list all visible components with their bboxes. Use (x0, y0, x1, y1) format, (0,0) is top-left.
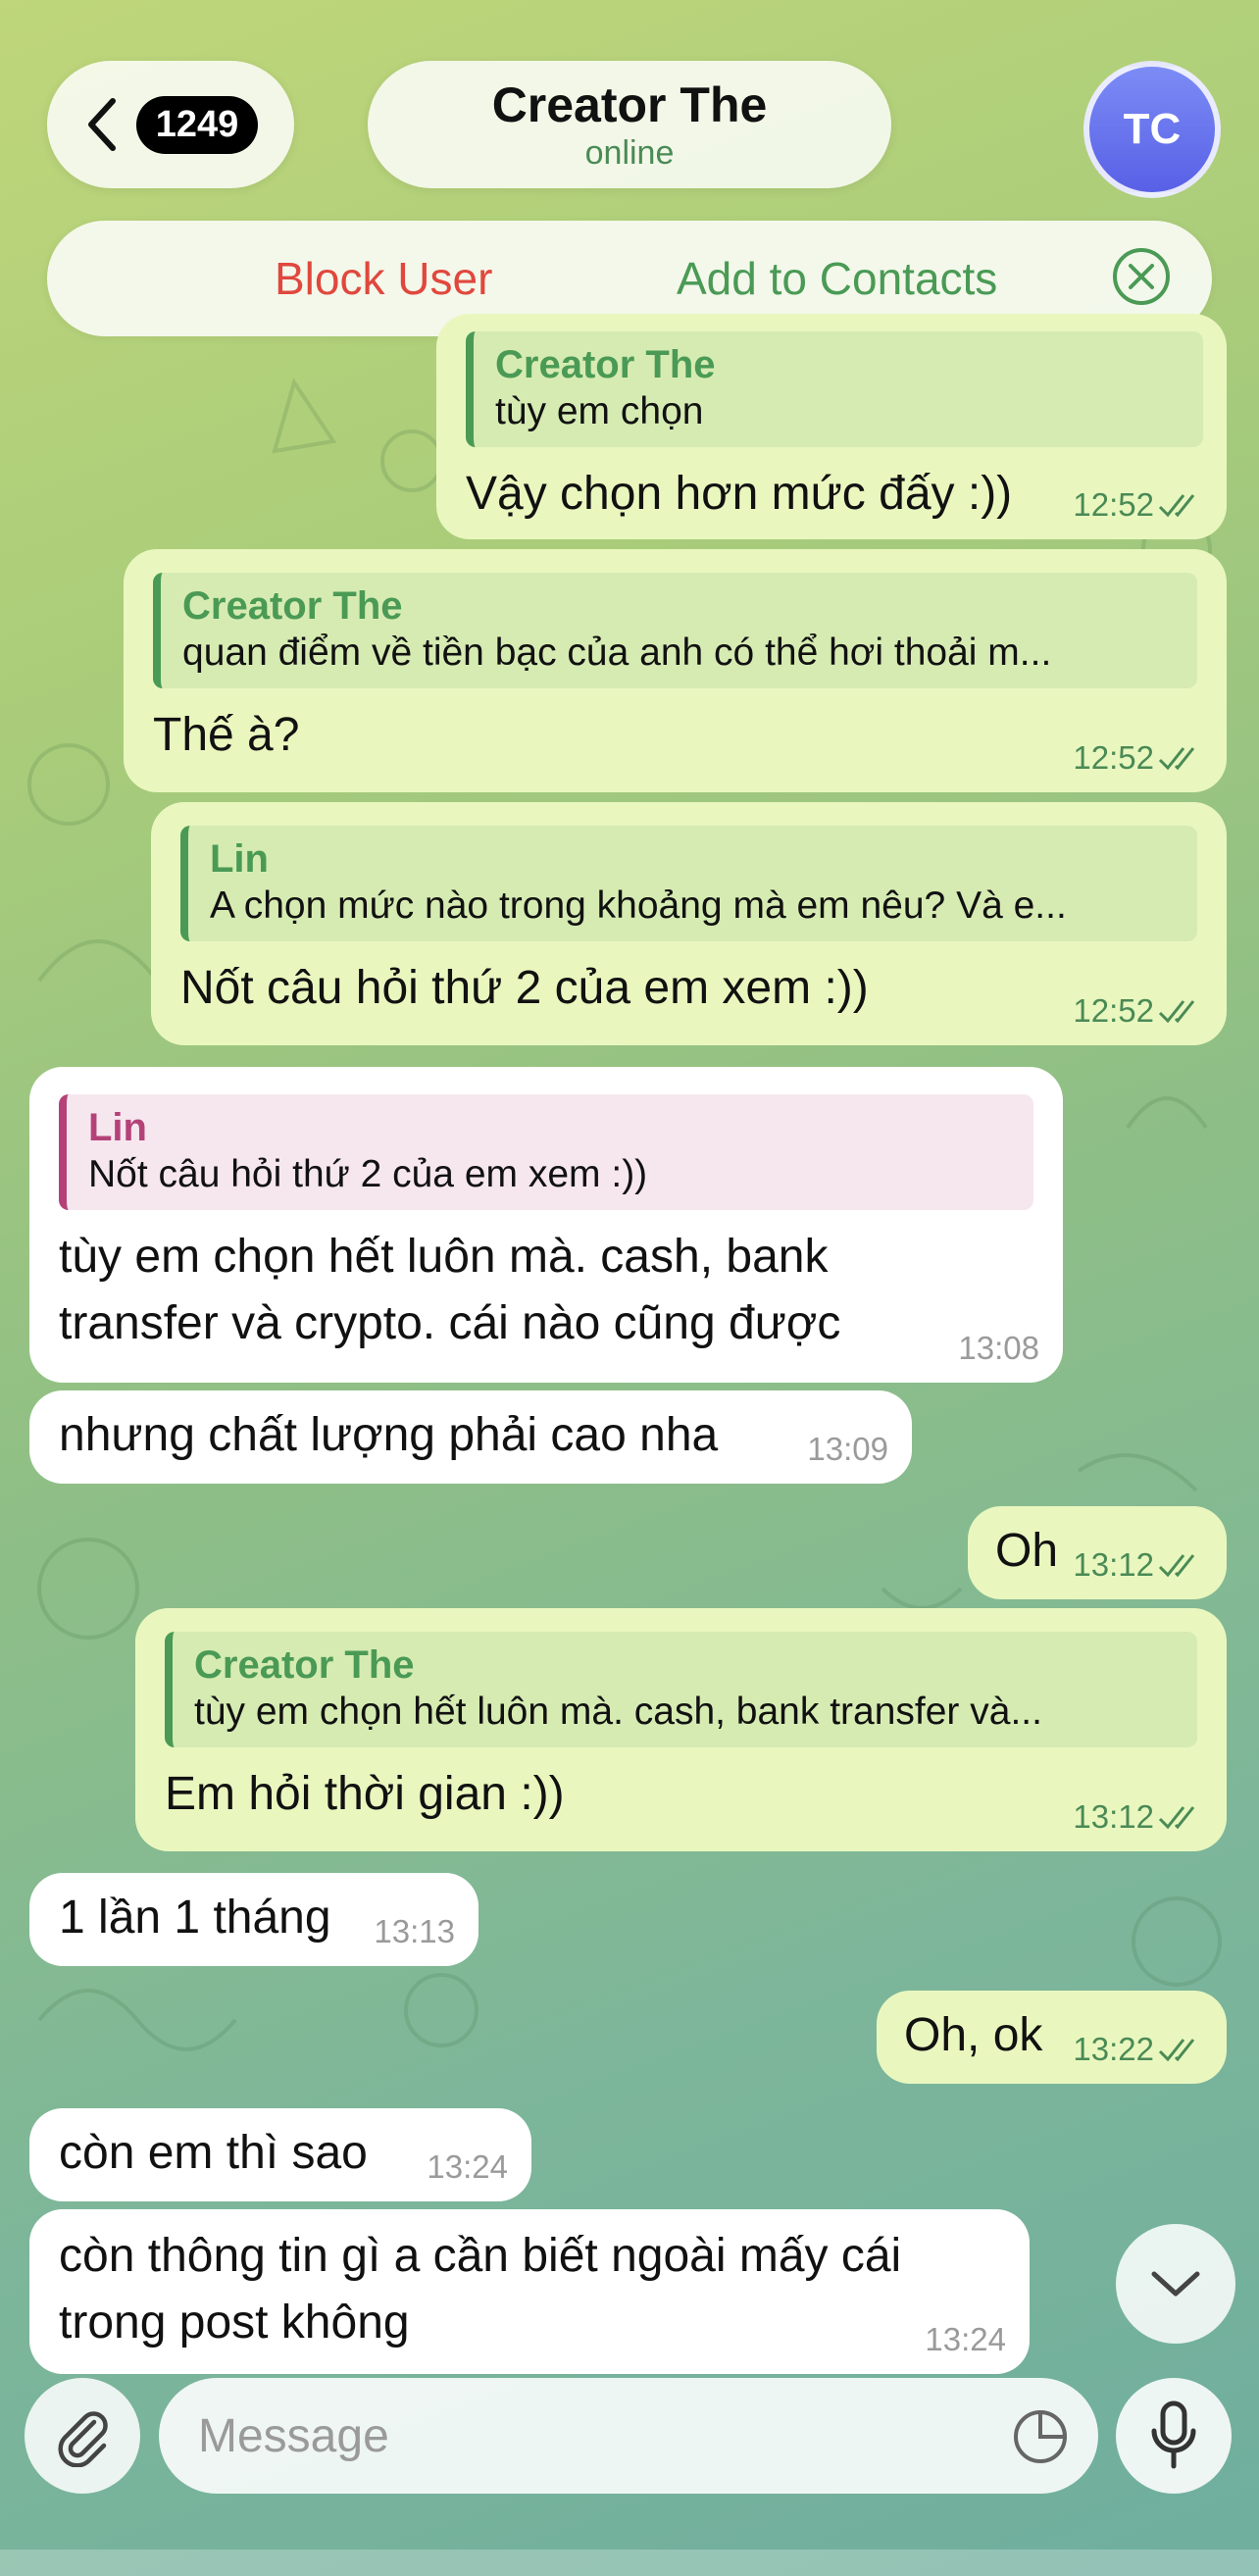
time-label: 13:22 (1073, 2031, 1154, 2067)
double-check-icon (1158, 747, 1195, 771)
time-label: 12:52 (1073, 486, 1154, 523)
message-text-line: còn thông tin gì a cần biết ngoài mấy cá… (59, 2230, 902, 2282)
message-bubble-incoming[interactable]: 1 lần 1 tháng 13:13 (29, 1873, 478, 1966)
message-bubble-outgoing[interactable]: Creator The quan điểm về tiền bạc của an… (124, 549, 1227, 792)
message-text: nhưng chất lượng phải cao nha (59, 1409, 719, 1461)
reply-author: Creator The (182, 584, 403, 628)
message-time: 13:08 (958, 1330, 1039, 1367)
add-to-contacts-button[interactable]: Add to Contacts (677, 252, 997, 305)
reply-text: tùy em chọn (495, 390, 704, 432)
attach-button[interactable] (25, 2378, 140, 2494)
double-check-icon (1158, 1806, 1195, 1830)
message-text: Nốt câu hỏi thứ 2 của em xem :)) (180, 962, 869, 1014)
message-bubble-incoming[interactable]: còn em thì sao 13:24 (29, 2108, 531, 2201)
message-time: 13:12 (1073, 1546, 1203, 1584)
message-text: Em hỏi thời gian :)) (165, 1768, 565, 1820)
paperclip-icon (58, 2411, 108, 2467)
message-bubble-outgoing[interactable]: Lin A chọn mức nào trong khoảng mà em nê… (151, 802, 1227, 1045)
time-label: 13:12 (1073, 1546, 1154, 1583)
time-label: 13:24 (427, 2148, 508, 2185)
reply-author: Creator The (194, 1643, 415, 1687)
message-time: 13:09 (807, 1431, 888, 1468)
message-time: 13:12 (1073, 1798, 1203, 1836)
reply-text: tùy em chọn hết luôn mà. cash, bank tran… (194, 1691, 1042, 1733)
reply-quote[interactable]: Lin Nốt câu hỏi thứ 2 của em xem :)) (59, 1094, 1033, 1210)
home-indicator-area (0, 2550, 1259, 2576)
time-label: 13:09 (807, 1431, 888, 1467)
message-time: 12:52 (1073, 739, 1203, 777)
message-time: 13:13 (374, 1913, 455, 1950)
message-bubble-incoming[interactable]: nhưng chất lượng phải cao nha 13:09 (29, 1390, 912, 1484)
chevron-down-icon (1151, 2271, 1200, 2297)
message-input[interactable] (196, 2407, 965, 2464)
chat-title: Creator The (491, 77, 768, 132)
back-button[interactable]: 1249 (47, 61, 294, 188)
double-check-icon (1158, 1554, 1195, 1578)
message-time: 13:24 (925, 2321, 1006, 2358)
message-time: 12:52 (1073, 486, 1203, 524)
message-bubble-outgoing[interactable]: Oh 13:12 (968, 1506, 1227, 1599)
time-label: 13:12 (1073, 1798, 1154, 1835)
message-text: Thế à? (153, 709, 300, 761)
double-check-icon (1158, 1000, 1195, 1024)
reply-quote[interactable]: Creator The tùy em chọn hết luôn mà. cas… (165, 1632, 1197, 1747)
sticker-icon[interactable] (1012, 2408, 1069, 2465)
chat-status: online (584, 134, 675, 172)
time-label: 12:52 (1073, 992, 1154, 1029)
block-user-button[interactable]: Block User (275, 252, 492, 305)
message-bubble-outgoing[interactable]: Creator The tùy em chọn hết luôn mà. cas… (135, 1608, 1227, 1851)
message-text: còn thông tin gì a cần biết ngoài mấy cá… (59, 2223, 1000, 2356)
voice-message-button[interactable] (1116, 2378, 1232, 2494)
message-composer (159, 2378, 1098, 2494)
message-text-line: tùy em chọn hết luôn mà. cash, bank (59, 1231, 829, 1283)
unread-count-badge: 1249 (135, 95, 259, 154)
message-time: 13:22 (1073, 2031, 1203, 2068)
reply-author: Lin (210, 837, 269, 881)
message-bubble-incoming[interactable]: Lin Nốt câu hỏi thứ 2 của em xem :)) tùy… (29, 1067, 1063, 1383)
message-text-line: transfer và crypto. cái nào cũng được (59, 1297, 841, 1349)
reply-text: A chọn mức nào trong khoảng mà em nêu? V… (210, 884, 1067, 927)
time-label: 13:13 (374, 1913, 455, 1949)
double-check-icon (1158, 494, 1195, 518)
reply-quote[interactable]: Creator The tùy em chọn (466, 331, 1203, 447)
avatar[interactable]: TC (1083, 61, 1221, 198)
reply-quote[interactable]: Lin A chọn mức nào trong khoảng mà em nê… (180, 826, 1197, 941)
reply-text: Nốt câu hỏi thứ 2 của em xem :)) (88, 1153, 648, 1195)
scroll-to-bottom-button[interactable] (1116, 2224, 1235, 2344)
reply-quote[interactable]: Creator The quan điểm về tiền bạc của an… (153, 573, 1197, 688)
message-bubble-incoming[interactable]: còn thông tin gì a cần biết ngoài mấy cá… (29, 2209, 1030, 2374)
reply-author: Lin (88, 1106, 147, 1149)
double-check-icon (1158, 2039, 1195, 2062)
close-circle-icon[interactable] (1111, 246, 1172, 307)
time-label: 12:52 (1073, 739, 1154, 776)
time-label: 13:24 (925, 2321, 1006, 2357)
message-text-line: trong post không (59, 2297, 410, 2349)
reply-author: Creator The (495, 343, 716, 386)
chevron-left-icon (87, 98, 116, 151)
chat-header[interactable]: Creator The online (368, 61, 891, 188)
message-time: 13:24 (427, 2148, 508, 2186)
microphone-icon (1151, 2400, 1196, 2469)
message-text: tùy em chọn hết luôn mà. cash, bank tran… (59, 1224, 1033, 1357)
message-bubble-outgoing[interactable]: Oh, ok 13:22 (877, 1991, 1227, 2084)
reply-text: quan điểm về tiền bạc của anh có thể hơi… (182, 631, 1052, 674)
message-time: 12:52 (1073, 992, 1203, 1030)
message-bubble-outgoing[interactable]: Creator The tùy em chọn Vậy chọn hơn mức… (436, 314, 1227, 539)
time-label: 13:08 (958, 1330, 1039, 1366)
